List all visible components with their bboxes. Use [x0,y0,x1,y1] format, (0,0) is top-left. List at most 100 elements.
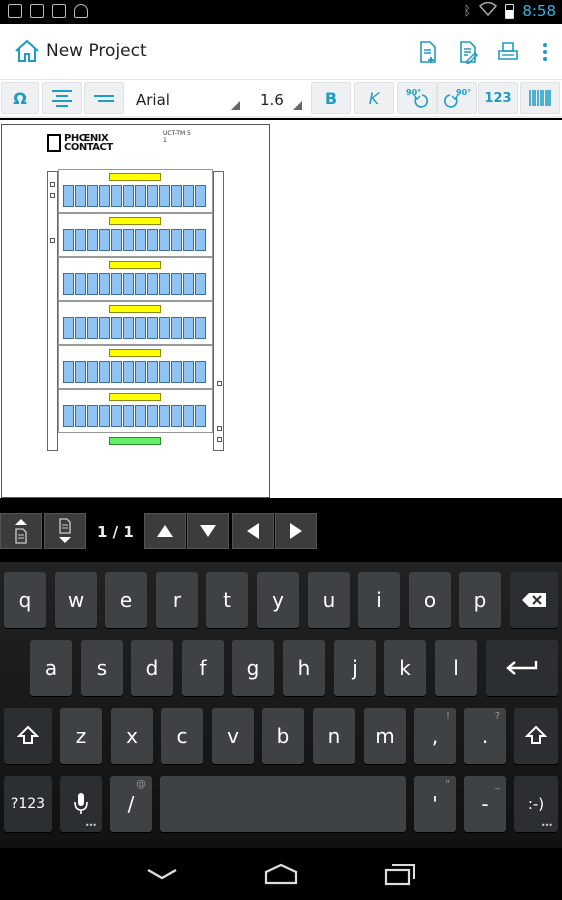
marker-cell[interactable] [171,185,182,207]
home-icon[interactable] [14,38,40,64]
key-h[interactable]: h [283,640,325,696]
key-z[interactable]: z [60,708,102,764]
marker-cell[interactable] [63,273,74,295]
key-g[interactable]: g [232,640,274,696]
first-page-button[interactable] [0,513,42,549]
marker-cell[interactable] [99,229,110,251]
marker-cell[interactable] [99,405,110,427]
key-y[interactable]: y [257,572,299,628]
apostrophe-key[interactable]: ' " [414,776,456,832]
scroll-down-button[interactable] [187,513,229,549]
shift-key-right[interactable] [514,708,558,764]
symbol-button[interactable]: Ω [1,82,39,114]
slash-key[interactable]: / @ [110,776,152,832]
marker-label-yellow[interactable] [109,393,161,401]
key-i[interactable]: i [358,572,400,628]
key-q[interactable]: q [4,572,46,628]
print-button[interactable] [488,24,528,80]
marker-cell[interactable] [87,229,98,251]
marker-cell[interactable] [75,185,86,207]
key-x[interactable]: x [111,708,153,764]
key-f[interactable]: f [182,640,224,696]
voice-input-key[interactable]: ••• [60,776,102,832]
marker-cell[interactable] [183,185,194,207]
marker-cell[interactable] [159,273,170,295]
comma-key[interactable]: , ! [414,708,456,764]
key-n[interactable]: n [313,708,355,764]
scroll-right-button[interactable] [275,513,317,549]
marker-cell[interactable] [75,317,86,339]
marker-cell[interactable] [99,361,110,383]
key-k[interactable]: k [384,640,426,696]
marker-cell[interactable] [159,361,170,383]
marker-cell[interactable] [63,317,74,339]
marker-cell[interactable] [111,405,122,427]
marker-cell[interactable] [63,229,74,251]
rotate-cw-button[interactable]: 90° [437,82,477,114]
key-e[interactable]: e [105,572,147,628]
marker-cell[interactable] [135,361,146,383]
marker-cell[interactable] [75,273,86,295]
document-canvas[interactable]: PHŒNIX CONTACT UCT-TM 5 1 [0,120,562,498]
marker-cell[interactable] [99,317,110,339]
marker-cell[interactable] [147,273,158,295]
marker-cell[interactable] [183,273,194,295]
marker-cell[interactable] [123,361,134,383]
bold-button[interactable]: B [311,82,351,114]
key-j[interactable]: j [334,640,376,696]
marker-cell[interactable] [195,273,206,295]
marker-cell[interactable] [159,229,170,251]
marker-cell[interactable] [111,317,122,339]
period-key[interactable]: . ? [464,708,506,764]
marker-cell[interactable] [195,361,206,383]
marker-cell[interactable] [123,229,134,251]
marker-cell[interactable] [147,361,158,383]
back-button[interactable] [142,860,182,888]
overflow-menu-button[interactable] [528,24,562,80]
key-l[interactable]: l [435,640,477,696]
marker-cell[interactable] [195,229,206,251]
marker-cell[interactable] [75,361,86,383]
marker-label-green[interactable] [109,437,161,445]
marker-label-yellow[interactable] [109,305,161,313]
key-b[interactable]: b [262,708,304,764]
marker-cell[interactable] [159,317,170,339]
marker-cell[interactable] [147,185,158,207]
marker-cell[interactable] [99,273,110,295]
key-d[interactable]: d [131,640,173,696]
recent-apps-button[interactable] [380,860,420,888]
marker-cell[interactable] [111,229,122,251]
new-document-button[interactable] [408,24,448,80]
marker-cell[interactable] [159,185,170,207]
marker-cell[interactable] [63,361,74,383]
marker-cell[interactable] [171,361,182,383]
marker-cell[interactable] [87,405,98,427]
marker-cell[interactable] [171,405,182,427]
barcode-button[interactable] [520,82,560,114]
line-spacing-button[interactable] [84,82,124,114]
key-u[interactable]: u [308,572,350,628]
enter-key[interactable] [486,640,558,696]
marker-cell[interactable] [183,361,194,383]
marker-cell[interactable] [111,185,122,207]
marker-cell[interactable] [75,229,86,251]
marker-cell[interactable] [75,405,86,427]
edit-document-button[interactable] [448,24,488,80]
shift-key-left[interactable] [4,708,52,764]
marker-cell[interactable] [99,185,110,207]
marker-cell[interactable] [135,273,146,295]
marker-cell[interactable] [147,405,158,427]
marker-cell[interactable] [123,273,134,295]
align-center-button[interactable] [42,82,82,114]
marker-cell[interactable] [63,405,74,427]
key-o[interactable]: o [409,572,451,628]
scroll-up-button[interactable] [144,513,186,549]
marker-label-yellow[interactable] [109,349,161,357]
marker-cell[interactable] [171,317,182,339]
marker-cell[interactable] [195,185,206,207]
marker-cell[interactable] [135,185,146,207]
font-size-select[interactable]: 1.6 [248,82,306,114]
last-page-button[interactable] [44,513,86,549]
marker-cell[interactable] [111,361,122,383]
rotate-ccw-button[interactable]: 90° [397,82,437,114]
